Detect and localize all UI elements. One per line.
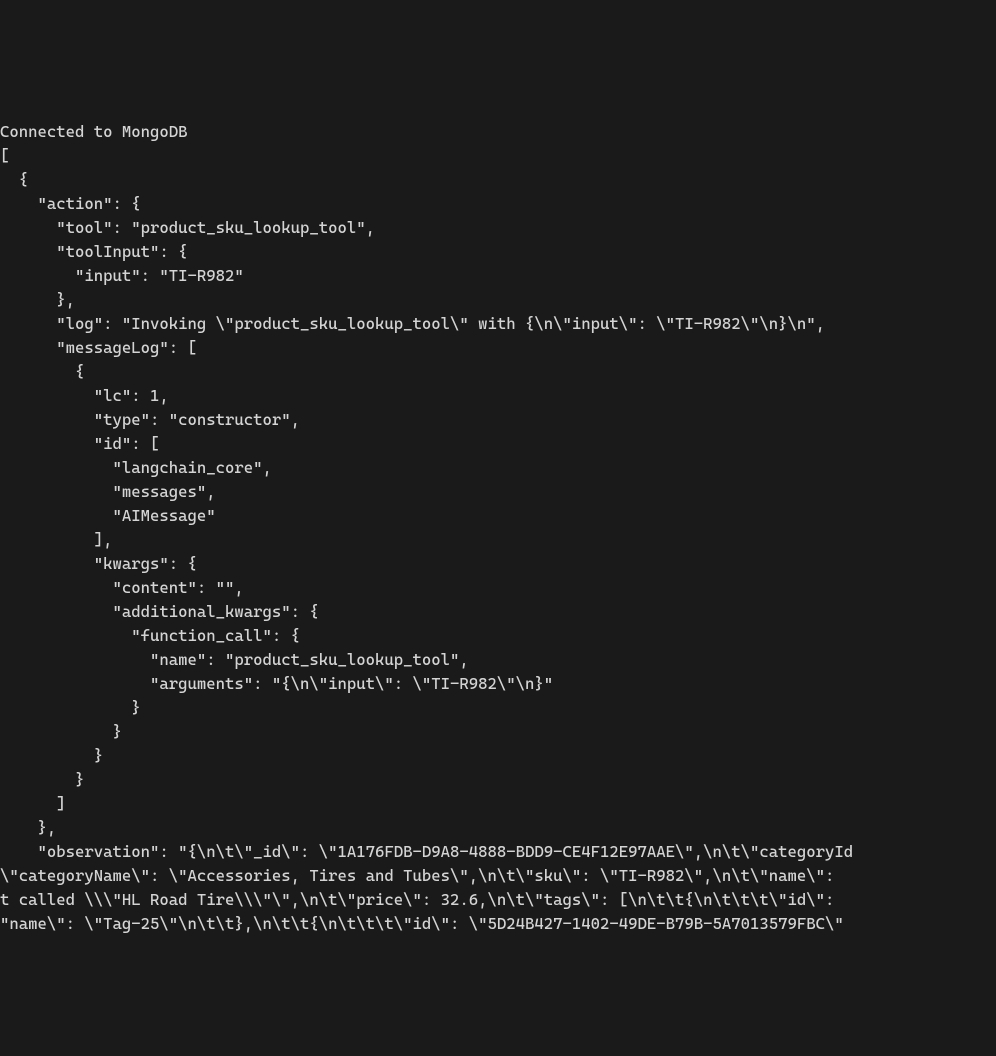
- output-line: "name": "product_sku_lookup_tool",: [0, 650, 469, 669]
- output-line: "arguments": "{\n\"input\": \"TI-R982\"\…: [0, 674, 553, 693]
- output-line: }: [0, 746, 103, 765]
- output-line: "action": {: [0, 194, 141, 213]
- output-line: "log": "Invoking \"product_sku_lookup_to…: [0, 314, 825, 333]
- output-line: "id": [: [0, 434, 159, 453]
- output-line: "content": "",: [0, 578, 244, 597]
- output-line: "langchain_core",: [0, 458, 272, 477]
- output-line: t called \\\"HL Road Tire\\\"\",\n\t\"pr…: [0, 890, 834, 909]
- output-line: "function_call": {: [0, 626, 300, 645]
- output-line: "additional_kwargs": {: [0, 602, 319, 621]
- output-line: "lc": 1,: [0, 386, 169, 405]
- output-line: "messages",: [0, 482, 216, 501]
- output-line: \"categoryName\": \"Accessories, Tires a…: [0, 866, 834, 885]
- output-line: }: [0, 722, 122, 741]
- output-line: {: [0, 362, 84, 381]
- output-line: "observation": "{\n\t\"_id\": \"1A176FDB…: [0, 842, 853, 861]
- output-line: "input": "TI-R982": [0, 266, 244, 285]
- output-line: {: [0, 170, 28, 189]
- output-line: "AIMessage": [0, 506, 216, 525]
- output-line: "kwargs": {: [0, 554, 197, 573]
- output-line: "tool": "product_sku_lookup_tool",: [0, 218, 375, 237]
- output-line: },: [0, 290, 75, 309]
- output-line: }: [0, 698, 141, 717]
- output-line: [: [0, 146, 9, 165]
- terminal-output: Connected to MongoDB [ { "action": { "to…: [0, 96, 996, 936]
- output-line: "type": "constructor",: [0, 410, 300, 429]
- output-line: },: [0, 818, 56, 837]
- output-line: "toolInput": {: [0, 242, 188, 261]
- output-line: ]: [0, 794, 66, 813]
- output-line: "messageLog": [: [0, 338, 197, 357]
- output-line: Connected to MongoDB: [0, 122, 188, 141]
- output-line: "name\": \"Tag-25\"\n\t\t},\n\t\t{\n\t\t…: [0, 914, 844, 933]
- output-line: ],: [0, 530, 113, 549]
- output-line: }: [0, 770, 84, 789]
